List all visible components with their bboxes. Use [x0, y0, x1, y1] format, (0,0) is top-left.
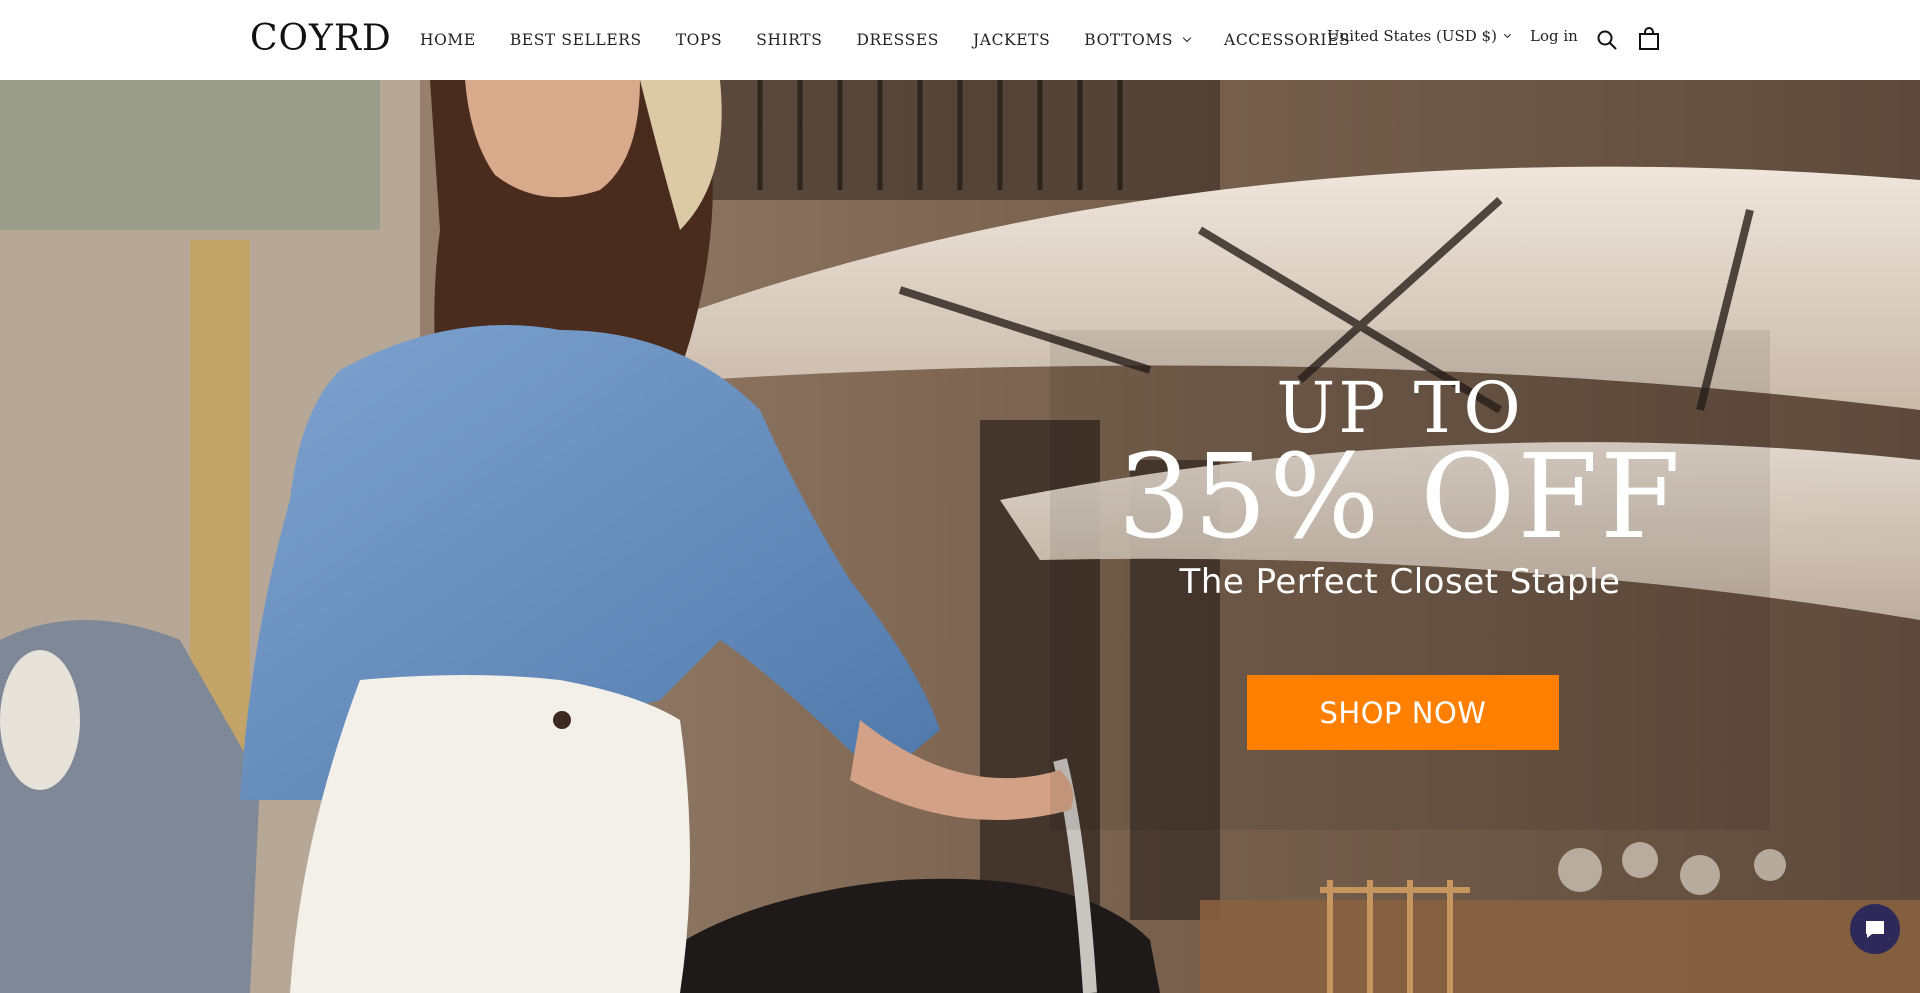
- hero-banner: UP TO 35% OFF The Perfect Closet Staple …: [0, 80, 1920, 993]
- cart-icon: [1639, 27, 1659, 50]
- hero-subtitle: The Perfect Closet Staple: [1179, 562, 1621, 602]
- chevron-down-icon: [1503, 30, 1511, 38]
- search-icon: [1597, 30, 1617, 50]
- currency-selector[interactable]: United States (USD $): [1327, 27, 1511, 45]
- brand-logo[interactable]: COYRD: [250, 17, 392, 61]
- search-button[interactable]: [1596, 29, 1618, 51]
- currency-label: United States (USD $): [1327, 27, 1497, 45]
- nav-item-label: TOPS: [675, 31, 723, 49]
- shop-now-button[interactable]: SHOP NOW: [1247, 675, 1559, 750]
- chevron-down-icon: [1182, 33, 1192, 43]
- nav-item-label: BEST SELLERS: [509, 31, 642, 49]
- nav-item-best-sellers[interactable]: BEST SELLERS: [510, 31, 642, 49]
- nav-item-label: DRESSES: [856, 31, 939, 49]
- cart-button[interactable]: [1638, 27, 1660, 51]
- nav-item-home[interactable]: HOME: [420, 31, 476, 49]
- nav-item-tops[interactable]: TOPS: [676, 31, 723, 49]
- nav-item-bottoms[interactable]: BOTTOMS: [1084, 31, 1192, 49]
- nav-item-label: HOME: [420, 31, 476, 49]
- nav-item-label: BOTTOMS: [1084, 31, 1174, 49]
- nav-item-shirts[interactable]: SHIRTS: [756, 31, 822, 49]
- nav-item-label: SHIRTS: [756, 31, 823, 49]
- main-nav: HOME BEST SELLERS TOPS SHIRTS DRESSES JA…: [420, 0, 1350, 80]
- login-link[interactable]: Log in: [1530, 27, 1578, 45]
- hero-headline-group: UP TO 35% OFF The Perfect Closet Staple: [1090, 370, 1710, 604]
- nav-item-label: JACKETS: [972, 31, 1051, 49]
- nav-item-jackets[interactable]: JACKETS: [973, 31, 1050, 49]
- nav-item-dresses[interactable]: DRESSES: [856, 31, 939, 49]
- hero-headline-line2: 35% OFF: [1117, 430, 1683, 565]
- site-header: COYRD HOME BEST SELLERS TOPS SHIRTS DRES…: [0, 0, 1920, 80]
- chat-launcher-button[interactable]: [1850, 904, 1900, 954]
- chat-bubble-icon: [1866, 921, 1884, 938]
